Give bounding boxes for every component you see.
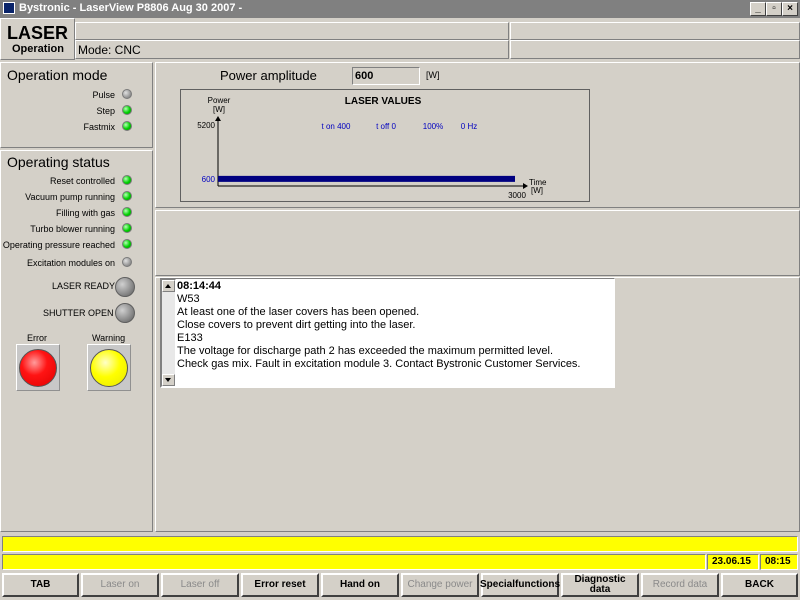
op-mode-label: Fastmix [83,122,116,132]
laser-off-button[interactable]: Laser off [161,573,239,597]
minimize-button[interactable]: _ [750,2,766,16]
mode-field: Mode: CNC [75,40,509,59]
turbo-blower-led [122,223,132,233]
header-info-field [75,22,509,40]
operation-mode-panel: Operation mode Pulse Step Fastmix [0,62,153,148]
status-label: Vacuum pump running [25,192,115,202]
operation-mode-title: Operation mode [7,67,108,83]
power-amplitude-label: Power amplitude [220,68,317,83]
error-reset-button[interactable]: Error reset [241,573,319,597]
message-line: The voltage for discharge path 2 has exc… [177,345,554,357]
y-value-label: 600 [202,175,216,184]
message-line: W53 [177,293,200,305]
x-axis-arrow-icon [523,183,528,189]
status-label: Operating pressure reached [2,240,115,250]
y-axis-label: Power [208,96,231,105]
message-line: E133 [177,332,203,344]
power-amplitude-field[interactable]: 600 [352,67,420,85]
pulse-indicator-led [122,89,132,99]
module-header: LASER Operation [0,18,75,60]
error-label: Error [27,333,47,343]
status-label: Reset controlled [49,176,115,186]
change-power-button[interactable]: Change power [401,573,479,597]
chart-param-label: t off 0 [376,122,396,131]
power-amplitude-value: 600 [355,70,374,82]
chart-param-label: 100% [423,122,443,131]
window-title-bar[interactable]: Bystronic - LaserView P8806 Aug 30 2007 … [0,0,800,18]
vacuum-pump-led [122,191,132,201]
op-mode-label: Pulse [92,90,115,100]
restore-button[interactable]: ▫ [766,2,782,16]
scroll-up-arrow-icon[interactable] [162,280,175,292]
module-subtitle: Operation [12,43,64,55]
warning-lamp [90,349,128,387]
mode-text: Mode: CNC [78,43,141,57]
op-mode-label: Step [96,106,115,116]
chart-param-label: 0 Hz [461,122,477,131]
y-axis-unit: [W] [213,105,225,114]
warning-label: Warning [92,333,126,343]
date-display: 23.06.15 [707,554,759,570]
hand-on-button[interactable]: Hand on [321,573,399,597]
chart-title: LASER VALUES [345,96,422,107]
message-panel: 08:14:44 W53 At least one of the laser c… [155,277,800,532]
laser-values-chart: LASER VALUES Power [W] 5200 Time [W] 3000 600 t … [180,89,590,202]
laser-ready-label: LASER READY [52,281,116,291]
module-name: LASER [7,23,69,43]
message-scrollbar[interactable] [161,279,176,387]
step-indicator-led [122,105,132,115]
filling-gas-led [122,207,132,217]
status-message-bar-2 [2,554,706,570]
operating-status-title: Operating status [7,154,110,170]
warning-lamp-box [87,344,131,391]
error-lamp-box [16,344,60,391]
app-icon [3,2,15,14]
info-panel [155,210,800,276]
excitation-modules-led [122,257,132,267]
operating-pressure-led [122,239,132,249]
message-time: 08:14:44 [177,280,222,292]
x-max-tick-label: 3000 [508,191,526,200]
time-display: 08:15 [760,554,798,570]
close-button[interactable]: × [782,2,798,16]
x-axis-unit: [W] [531,186,543,195]
header-info-field-right [510,22,800,40]
message-log[interactable]: 08:14:44 W53 At least one of the laser c… [160,278,615,388]
laser-on-button[interactable]: Laser on [81,573,159,597]
shutter-open-indicator [115,303,135,323]
reset-controlled-led [122,175,132,185]
error-lamp [19,349,57,387]
diagnostic-data-button[interactable]: Diagnostic data [561,573,639,597]
back-button[interactable]: BACK [721,573,798,597]
message-line: Check gas mix. Fault in excitation modul… [177,358,581,370]
status-label: Filling with gas [55,208,115,218]
power-panel: Power amplitude 600 [W] LASER VALUES Powe… [155,62,800,208]
tab-button[interactable]: TAB [2,573,79,597]
date-text: 23.06.15 [712,556,751,567]
y-max-tick-label: 5200 [197,121,215,130]
operating-status-panel: Operating status Reset controlled Vacuum… [0,150,153,532]
scroll-down-arrow-icon[interactable] [162,374,175,386]
power-unit: [W] [426,70,440,80]
fastmix-indicator-led [122,121,132,131]
chart-param-label: t on 400 [322,122,351,131]
message-line: At least one of the laser covers has bee… [177,306,420,318]
header-info-field-right-2 [510,40,800,59]
laser-values-plot: LASER VALUESPower[W]5200Time[W]3000600t … [197,96,547,200]
laser-ready-indicator [115,277,135,297]
window-title: Bystronic - LaserView P8806 Aug 30 2007 … [19,2,243,14]
time-text: 08:15 [765,556,791,567]
status-label: Turbo blower running [30,224,115,234]
y-axis-arrow-icon [215,116,221,121]
record-data-button[interactable]: Record data [641,573,719,597]
shutter-open-label: SHUTTER OPEN [43,308,114,318]
status-label: Excitation modules on [26,258,115,268]
status-message-bar [2,536,798,552]
special-functions-button[interactable]: Special functions [480,573,560,597]
message-line: Close covers to prevent dirt getting int… [177,319,416,331]
